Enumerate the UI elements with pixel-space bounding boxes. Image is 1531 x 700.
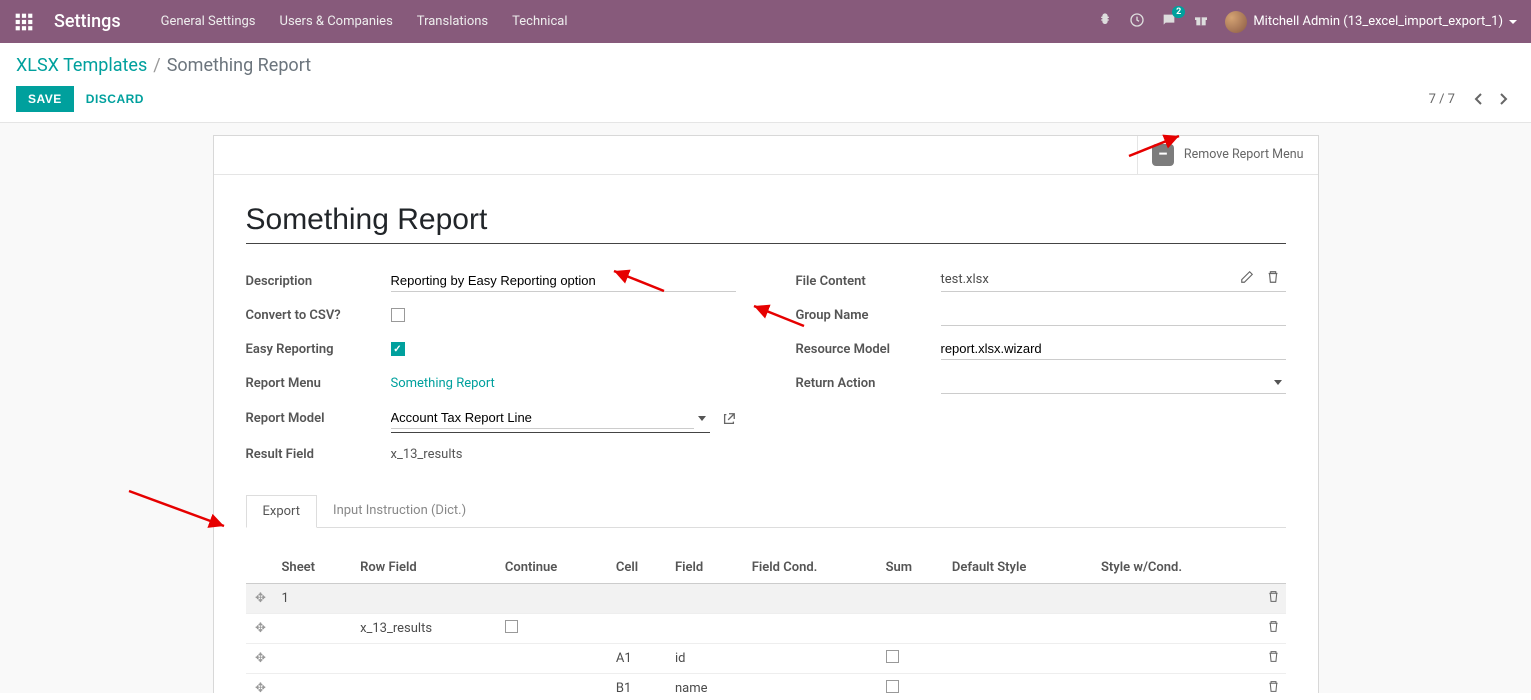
th-field[interactable]: Field [669, 552, 746, 584]
form-grid: Description Convert to CSV? Easy Reporti… [246, 268, 1286, 467]
label-report-model: Report Model [246, 411, 391, 426]
drag-handle-icon[interactable]: ✥ [246, 584, 276, 614]
checkbox-csv[interactable] [391, 308, 405, 322]
th-cell[interactable]: Cell [610, 552, 669, 584]
select-return-action[interactable] [941, 372, 1286, 394]
th-continue[interactable]: Continue [499, 552, 610, 584]
table-row[interactable]: ✥ x_13_results [246, 614, 1286, 644]
apps-icon[interactable] [14, 12, 34, 32]
top-navbar: Settings General Settings Users & Compan… [0, 0, 1531, 43]
drag-handle-icon[interactable]: ✥ [246, 644, 276, 674]
cell-rowfield[interactable]: x_13_results [354, 614, 499, 644]
label-description: Description [246, 274, 391, 289]
debug-icon[interactable] [1097, 12, 1113, 32]
button-box: − Remove Report Menu [214, 136, 1318, 175]
th-defstyle[interactable]: Default Style [946, 552, 1095, 584]
pager-next[interactable] [1493, 88, 1515, 110]
breadcrumb-root[interactable]: XLSX Templates [16, 55, 147, 76]
drag-handle-icon[interactable]: ✥ [246, 614, 276, 644]
discard-button[interactable]: DISCARD [82, 86, 148, 112]
nav-users-companies[interactable]: Users & Companies [280, 14, 393, 29]
checkbox-easy-reporting[interactable] [391, 342, 405, 356]
tabs: Export Input Instruction (Dict.) [246, 495, 1286, 528]
checkbox-continue[interactable] [505, 620, 518, 633]
input-report-model[interactable] [391, 407, 694, 429]
nav-brand[interactable]: Settings [54, 11, 121, 32]
control-panel: XLSX Templates / Something Report SAVE D… [0, 43, 1531, 123]
nav-right: 2 Mitchell Admin (13_excel_import_export… [1097, 11, 1517, 33]
remove-report-menu-button[interactable]: − Remove Report Menu [1137, 136, 1318, 174]
pager-count[interactable]: 7 / 7 [1429, 92, 1455, 107]
trash-icon[interactable] [1256, 584, 1286, 614]
table-row[interactable]: ✥ 1 [246, 584, 1286, 614]
checkbox-sum[interactable] [886, 650, 899, 663]
th-fieldcond[interactable]: Field Cond. [746, 552, 880, 584]
value-result-field: x_13_results [391, 447, 463, 462]
cell-sheet[interactable]: 1 [276, 584, 355, 614]
th-stylecond[interactable]: Style w/Cond. [1095, 552, 1256, 584]
label-csv: Convert to CSV? [246, 308, 391, 323]
nav-general-settings[interactable]: General Settings [161, 14, 256, 29]
drag-handle-icon[interactable]: ✥ [246, 674, 276, 694]
label-group-name: Group Name [796, 308, 941, 323]
nav-menu: General Settings Users & Companies Trans… [161, 14, 1098, 29]
th-rowfield[interactable]: Row Field [354, 552, 499, 584]
chevron-down-icon[interactable] [698, 416, 706, 421]
gift-icon[interactable] [1193, 12, 1209, 32]
action-row: SAVE DISCARD 7 / 7 [16, 86, 1515, 122]
table-row[interactable]: ✥ A1 id [246, 644, 1286, 674]
label-resource-model: Resource Model [796, 342, 941, 357]
pager: 7 / 7 [1429, 88, 1515, 110]
label-easy: Easy Reporting [246, 342, 391, 357]
input-description[interactable] [391, 270, 736, 292]
external-link-icon[interactable] [722, 412, 736, 426]
export-table: Sheet Row Field Continue Cell Field Fiel… [246, 552, 1286, 693]
link-report-menu[interactable]: Something Report [391, 376, 495, 391]
cell-field[interactable]: name [669, 674, 746, 694]
trash-icon[interactable] [1256, 674, 1286, 694]
pager-prev[interactable] [1467, 88, 1489, 110]
trash-icon[interactable] [1260, 270, 1286, 288]
user-menu[interactable]: Mitchell Admin (13_excel_import_export_1… [1225, 11, 1517, 33]
cell-field[interactable]: id [669, 644, 746, 674]
breadcrumb-current: Something Report [167, 55, 311, 76]
tab-input-instruction[interactable]: Input Instruction (Dict.) [317, 495, 482, 527]
remove-menu-label: Remove Report Menu [1184, 147, 1304, 163]
save-button[interactable]: SAVE [16, 86, 74, 112]
pencil-icon[interactable] [1234, 270, 1260, 288]
user-name: Mitchell Admin (13_excel_import_export_1… [1253, 14, 1503, 29]
label-return-action: Return Action [796, 376, 941, 391]
messages-icon[interactable]: 2 [1161, 12, 1177, 32]
minus-square-icon: − [1152, 144, 1174, 166]
checkbox-sum[interactable] [886, 680, 899, 693]
form-sheet: − Remove Report Menu Description [213, 135, 1319, 693]
avatar [1225, 11, 1247, 33]
chevron-down-icon [1274, 380, 1282, 385]
tab-export[interactable]: Export [246, 495, 318, 528]
messages-badge: 2 [1172, 6, 1185, 18]
title-input[interactable] [246, 199, 1286, 244]
form-col-right: File Content test.xlsx Group Name [796, 268, 1286, 467]
trash-icon[interactable] [1256, 644, 1286, 674]
activity-icon[interactable] [1129, 12, 1145, 32]
nav-technical[interactable]: Technical [512, 14, 567, 29]
th-sum[interactable]: Sum [880, 552, 946, 584]
breadcrumb-sep: / [153, 55, 160, 76]
input-group-name[interactable] [941, 304, 1286, 326]
label-file-content: File Content [796, 274, 941, 289]
input-resource-model[interactable] [941, 338, 1286, 360]
th-sheet[interactable]: Sheet [276, 552, 355, 584]
table-row[interactable]: ✥ B1 name [246, 674, 1286, 694]
label-result-field: Result Field [246, 447, 391, 462]
cell-cell[interactable]: B1 [610, 674, 669, 694]
breadcrumb: XLSX Templates / Something Report [16, 55, 1515, 76]
form-col-left: Description Convert to CSV? Easy Reporti… [246, 268, 736, 467]
cell-cell[interactable]: A1 [610, 644, 669, 674]
file-name[interactable]: test.xlsx [941, 272, 1234, 287]
label-report-menu: Report Menu [246, 376, 391, 391]
chevron-down-icon [1509, 20, 1517, 24]
nav-translations[interactable]: Translations [417, 14, 488, 29]
trash-icon[interactable] [1256, 614, 1286, 644]
